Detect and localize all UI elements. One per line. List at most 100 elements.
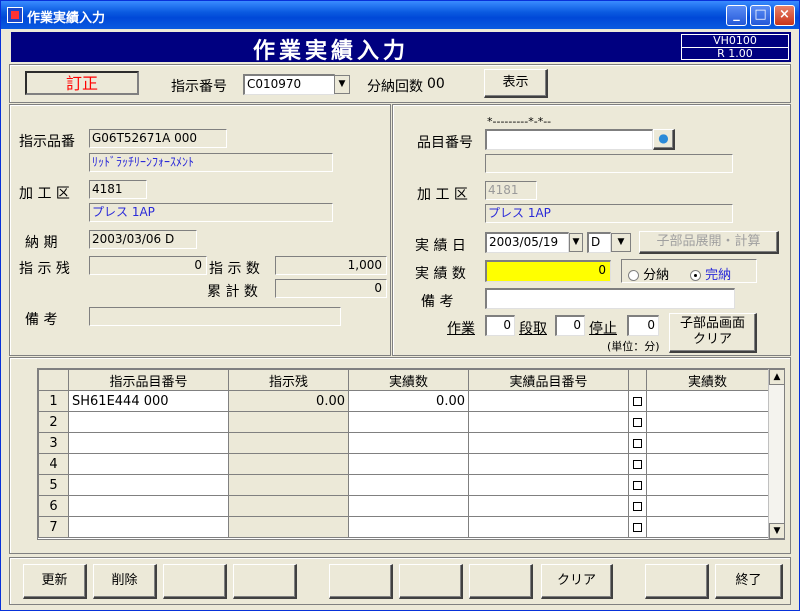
exit-button[interactable]: 終了 (715, 564, 783, 599)
header-remain[interactable]: 指示残 (228, 369, 349, 391)
title-bar[interactable]: 作業実績入力 _ □ × (1, 1, 799, 29)
cell-remain[interactable] (228, 474, 349, 496)
app-icon (7, 7, 23, 23)
cell-result-item[interactable] (468, 495, 629, 517)
expand-children-button[interactable]: 子部品展開・計算 (639, 231, 779, 254)
minimize-button[interactable]: _ (726, 5, 747, 26)
cell-qty[interactable] (348, 432, 469, 454)
grid-scrollbar[interactable]: ▲ ▼ (768, 369, 784, 539)
f11-button[interactable] (645, 564, 709, 599)
f3-button[interactable] (163, 564, 227, 599)
show-button[interactable]: 表示 (484, 69, 548, 98)
cell-result-qty[interactable] (646, 390, 769, 412)
cell-result-qty[interactable] (646, 516, 769, 538)
table-row[interactable]: 6 (38, 495, 769, 517)
table-row[interactable]: 2 (38, 411, 769, 433)
setup-minutes-field[interactable]: 0 (555, 315, 585, 336)
result-date-field[interactable]: 2003/05/19 (485, 232, 569, 253)
cell-checkbox[interactable] (628, 411, 647, 433)
close-button[interactable]: × (774, 5, 795, 26)
row-checkbox[interactable] (633, 480, 642, 490)
work-minutes-field[interactable]: 0 (485, 315, 515, 336)
cell-checkbox[interactable] (628, 474, 647, 496)
table-row[interactable]: 5 (38, 474, 769, 496)
cell-remain[interactable] (228, 432, 349, 454)
cell-remain[interactable] (228, 495, 349, 517)
cell-qty[interactable] (348, 411, 469, 433)
cell-result-item[interactable] (468, 453, 629, 475)
stop-minutes-field[interactable]: 0 (627, 315, 659, 336)
shift-dropdown[interactable]: ▼ (611, 233, 631, 252)
cell-result-qty[interactable] (646, 432, 769, 454)
cell-qty[interactable] (348, 453, 469, 475)
part-search-icon[interactable]: ● (653, 129, 675, 150)
cell-result-qty[interactable] (646, 495, 769, 517)
row-checkbox[interactable] (633, 501, 642, 511)
f6-button[interactable] (399, 564, 463, 599)
row-checkbox[interactable] (633, 522, 642, 532)
clear-child-screen-button[interactable]: 子部品画面 クリア (669, 313, 757, 353)
cell-result-qty[interactable] (646, 474, 769, 496)
cell-checkbox[interactable] (628, 432, 647, 454)
order-number-dropdown[interactable]: ▼ (334, 75, 350, 94)
scroll-down-icon[interactable]: ▼ (769, 523, 784, 539)
cell-result-item[interactable] (468, 516, 629, 538)
cell-qty[interactable] (348, 495, 469, 517)
cell-checkbox[interactable] (628, 453, 647, 475)
cell-result-qty[interactable] (646, 453, 769, 475)
order-number-field[interactable]: C010970 (243, 74, 335, 95)
cell-remain[interactable] (228, 516, 349, 538)
detail-grid[interactable]: 指示品目番号 指示残 実績数 実績品目番号 実績数 1 SH61E444 000 0… (37, 368, 785, 540)
row-checkbox[interactable] (633, 438, 642, 448)
cell-qty[interactable] (348, 516, 469, 538)
radio-complete-delivery[interactable]: 完納 (690, 264, 731, 283)
cell-order-item[interactable] (68, 411, 229, 433)
f2-button[interactable]: 削除 (93, 564, 157, 599)
header-order-item[interactable]: 指示品目番号 (68, 369, 229, 391)
cell-order-item[interactable] (68, 453, 229, 475)
cell-checkbox[interactable] (628, 516, 647, 538)
cell-order-item[interactable] (68, 495, 229, 517)
cell-result-qty[interactable] (646, 411, 769, 433)
maximize-button[interactable]: □ (750, 5, 771, 26)
table-row[interactable]: 7 (38, 516, 769, 538)
update-button[interactable]: 更新 (23, 564, 87, 599)
f4-button[interactable] (233, 564, 297, 599)
cell-order-item[interactable]: SH61E444 000 (68, 390, 229, 412)
cell-remain[interactable] (228, 453, 349, 475)
f5-button[interactable] (329, 564, 393, 599)
scroll-up-icon[interactable]: ▲ (769, 369, 784, 385)
cell-remain[interactable]: 0.00 (228, 390, 349, 412)
table-row[interactable]: 3 (38, 432, 769, 454)
date-dropdown[interactable]: ▼ (569, 233, 583, 252)
table-row[interactable]: 1 SH61E444 000 0.00 0.00 (38, 390, 769, 412)
cell-result-item[interactable] (468, 411, 629, 433)
row-checkbox[interactable] (633, 417, 642, 427)
radio-complete-icon[interactable] (690, 270, 701, 281)
cell-qty[interactable]: 0.00 (348, 390, 469, 412)
cell-result-item[interactable] (468, 474, 629, 496)
cell-order-item[interactable] (68, 516, 229, 538)
cell-order-item[interactable] (68, 474, 229, 496)
table-row[interactable]: 4 (38, 453, 769, 475)
f7-button[interactable] (469, 564, 533, 599)
radio-partial-delivery[interactable]: 分納 (628, 264, 669, 283)
header-qty[interactable]: 実績数 (348, 369, 469, 391)
radio-partial-icon[interactable] (628, 270, 639, 281)
cell-order-item[interactable] (68, 432, 229, 454)
clear-button[interactable]: クリア (541, 564, 613, 599)
right-remarks-field[interactable] (485, 288, 735, 309)
part-number-field[interactable] (485, 129, 653, 150)
cell-qty[interactable] (348, 474, 469, 496)
cell-remain[interactable] (228, 411, 349, 433)
row-checkbox[interactable] (633, 396, 642, 406)
header-result-item[interactable]: 実績品目番号 (468, 369, 629, 391)
cell-checkbox[interactable] (628, 390, 647, 412)
shift-field[interactable]: D (587, 232, 611, 253)
cell-result-item[interactable] (468, 390, 629, 412)
row-checkbox[interactable] (633, 459, 642, 469)
cell-checkbox[interactable] (628, 495, 647, 517)
cell-result-item[interactable] (468, 432, 629, 454)
header-result-qty[interactable]: 実績数 (646, 369, 769, 391)
result-qty-field[interactable]: 0 (485, 260, 611, 282)
